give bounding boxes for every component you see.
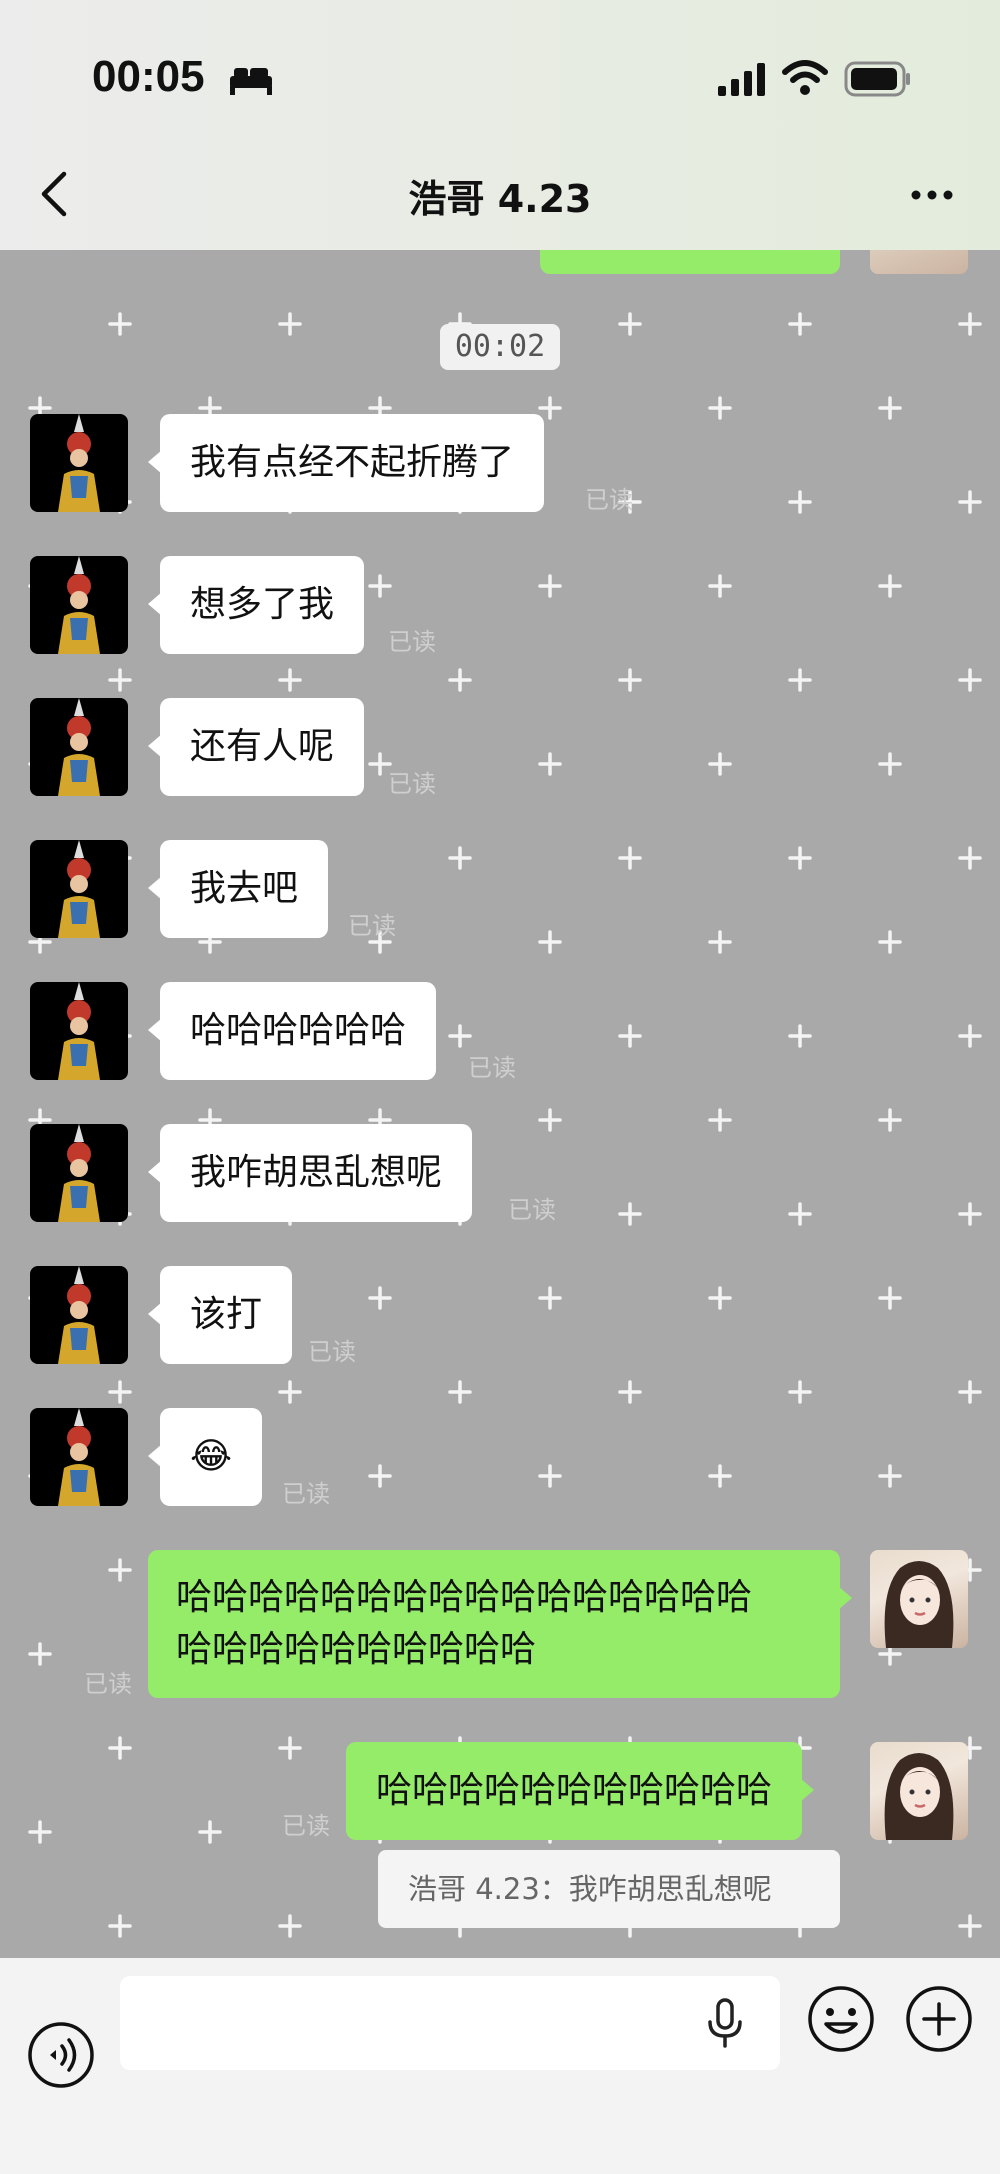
sent-message-line: 哈哈哈哈哈哈哈哈哈哈哈哈哈哈哈哈: [176, 1577, 753, 1618]
read-receipt: 已读: [348, 912, 396, 940]
read-receipt: 已读: [585, 486, 633, 514]
timestamp: 00:02: [440, 324, 560, 370]
read-receipt: 已读: [388, 628, 436, 656]
sent-message-line: 哈哈哈哈哈哈哈哈哈哈: [176, 1629, 537, 1670]
received-emoji-message[interactable]: 😂: [147, 1408, 263, 1506]
top-bar: 00:05 浩哥 4.23: [0, 0, 1000, 250]
avatar[interactable]: [30, 698, 128, 796]
bed-icon: [230, 68, 272, 95]
more-icon[interactable]: [908, 180, 956, 210]
avatar[interactable]: [30, 1408, 128, 1506]
avatar[interactable]: [30, 982, 128, 1080]
avatar[interactable]: [30, 840, 128, 938]
chat-area[interactable]: 00:02 我有点经不起折腾了 已读 想多了我 已读 还有人呢 已读 我去吧 已…: [0, 250, 1000, 1958]
avatar[interactable]: [30, 556, 128, 654]
status-time: 00:05: [92, 52, 205, 101]
avatar[interactable]: [870, 1550, 968, 1648]
received-message[interactable]: 我有点经不起折腾了: [147, 414, 545, 512]
quoted-reply[interactable]: 浩哥 4.23：我咋胡思乱想呢: [378, 1850, 840, 1928]
message-input[interactable]: [120, 1976, 780, 2070]
avatar[interactable]: [30, 414, 128, 512]
avatar[interactable]: [30, 1124, 128, 1222]
received-message[interactable]: 我去吧: [147, 840, 329, 938]
emoji-icon[interactable]: [806, 1984, 876, 2054]
received-message[interactable]: 我咋胡思乱想呢: [147, 1124, 473, 1222]
read-receipt: 已读: [308, 1338, 356, 1366]
previous-sent-avatar: [870, 250, 968, 274]
voice-toggle-icon[interactable]: [26, 2020, 96, 2090]
sent-message[interactable]: 哈哈哈哈哈哈哈哈哈哈哈哈哈哈哈哈 哈哈哈哈哈哈哈哈哈哈: [148, 1550, 852, 1698]
received-message[interactable]: 该打: [147, 1266, 293, 1364]
battery-icon: [844, 61, 910, 97]
plus-icon[interactable]: [904, 1984, 974, 2054]
read-receipt: 已读: [282, 1480, 330, 1508]
previous-sent-bubble: [540, 250, 840, 274]
chat-title: 浩哥 4.23: [408, 177, 592, 221]
read-receipt: 已读: [468, 1054, 516, 1082]
received-message[interactable]: 哈哈哈哈哈哈: [147, 982, 437, 1080]
received-message[interactable]: 想多了我: [147, 556, 365, 654]
signal-icon: [718, 63, 765, 96]
avatar[interactable]: [870, 1742, 968, 1840]
mic-icon[interactable]: [706, 1998, 744, 2048]
read-receipt: 已读: [388, 770, 436, 798]
sent-message[interactable]: 哈哈哈哈哈哈哈哈哈哈哈: [346, 1742, 815, 1840]
avatar[interactable]: [30, 1266, 128, 1364]
received-message[interactable]: 还有人呢: [147, 698, 365, 796]
read-receipt: 已读: [282, 1812, 330, 1840]
input-bar: [0, 1958, 1000, 2174]
read-receipt: 已读: [84, 1670, 132, 1698]
wifi-icon: [782, 60, 828, 95]
read-receipt: 已读: [508, 1196, 556, 1224]
